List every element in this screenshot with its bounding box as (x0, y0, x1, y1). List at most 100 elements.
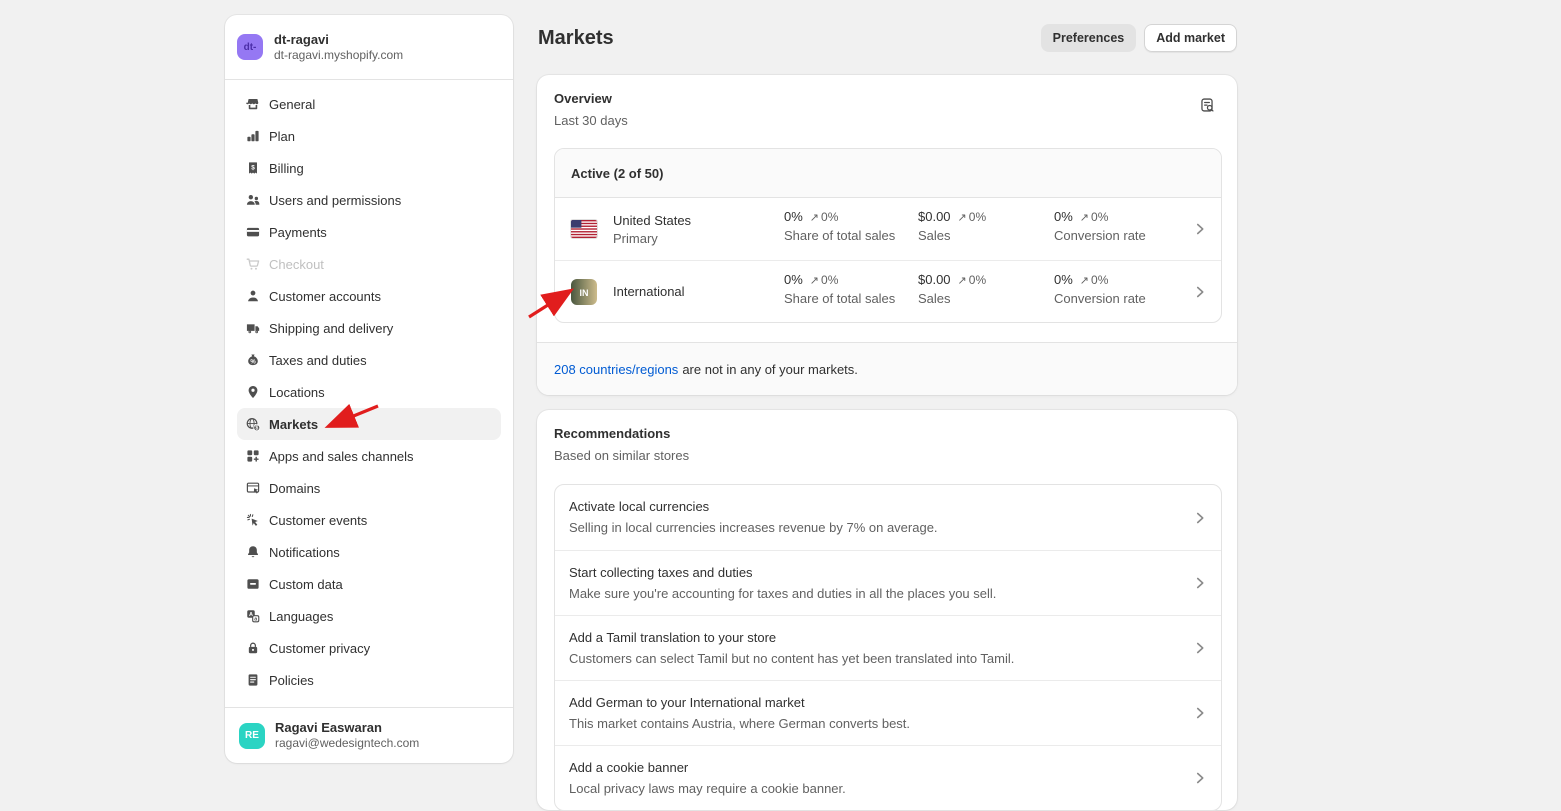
sidebar-item-label: Domains (269, 481, 320, 496)
recommendation-title: Start collecting taxes and duties (569, 565, 1177, 580)
stat-value: 0% (784, 272, 803, 287)
sidebar-item-customer-events[interactable]: Customer events (237, 504, 501, 536)
cursor-click-icon (245, 512, 261, 528)
sidebar-item-label: Custom data (269, 577, 343, 592)
sidebar-item-customer-accounts[interactable]: Customer accounts (237, 280, 501, 312)
recommendation-activate-local-currencies[interactable]: Activate local currencies Selling in loc… (555, 485, 1221, 550)
sidebar-item-label: Plan (269, 129, 295, 144)
sidebar-item-languages[interactable]: Aa Languages (237, 600, 501, 632)
stat-delta: 0% (1091, 210, 1108, 224)
sidebar-item-label: Customer accounts (269, 289, 381, 304)
custom-data-icon (245, 576, 261, 592)
svg-text:%: % (250, 359, 256, 365)
stat-value: 0% (1054, 272, 1073, 287)
sidebar-item-notifications[interactable]: Notifications (237, 536, 501, 568)
store-switcher[interactable]: dt- dt-ragavi dt-ragavi.myshopify.com (225, 15, 513, 80)
sidebar-item-label: Taxes and duties (269, 353, 367, 368)
sidebar-item-policies[interactable]: Policies (237, 664, 501, 696)
sidebar-item-general[interactable]: General (237, 88, 501, 120)
stat-label: Share of total sales (784, 228, 895, 243)
stat-label: Share of total sales (784, 291, 895, 306)
stat-delta: 0% (969, 273, 986, 287)
sidebar-item-label: Markets (269, 417, 318, 432)
store-icon (245, 96, 261, 112)
recommendation-add-cookie-banner[interactable]: Add a cookie banner Local privacy laws m… (555, 745, 1221, 810)
recommendations-list: Activate local currencies Selling in loc… (554, 484, 1222, 811)
recommendation-start-collecting-taxes[interactable]: Start collecting taxes and duties Make s… (555, 550, 1221, 615)
sidebar-item-shipping-delivery[interactable]: Shipping and delivery (237, 312, 501, 344)
sidebar-item-users-permissions[interactable]: Users and permissions (237, 184, 501, 216)
store-avatar: dt- (237, 34, 263, 60)
store-name: dt-ragavi (274, 32, 403, 48)
trend-up-icon: ↗ (1080, 275, 1089, 287)
sidebar-item-markets[interactable]: $ Markets (237, 408, 501, 440)
svg-text:$: $ (255, 426, 258, 432)
settings-nav: General Plan $ Billing Users and permiss… (225, 80, 513, 707)
view-report-button[interactable] (1193, 91, 1221, 119)
trend-up-icon: ↗ (810, 212, 819, 224)
sidebar-item-label: Payments (269, 225, 327, 240)
plan-chart-icon (245, 128, 261, 144)
stat-delta: 0% (821, 273, 838, 287)
trend-up-icon: ↗ (958, 275, 967, 287)
recommendation-description: Selling in local currencies increases re… (569, 520, 1177, 535)
stat-delta: 0% (969, 210, 986, 224)
stat-share-of-total-sales: 0%↗0% Share of total sales (784, 209, 895, 243)
us-flag-icon (571, 220, 597, 238)
sidebar-item-label: General (269, 97, 315, 112)
sidebar-item-label: Apps and sales channels (269, 449, 414, 464)
sidebar-item-taxes-duties[interactable]: % Taxes and duties (237, 344, 501, 376)
add-market-button[interactable]: Add market (1144, 24, 1237, 52)
taxes-percent-icon: % (245, 352, 261, 368)
active-markets-panel: Active (2 of 50) United States Primary 0… (554, 148, 1222, 323)
users-icon (245, 192, 261, 208)
recommendation-add-german[interactable]: Add German to your International market … (555, 680, 1221, 745)
report-search-icon (1198, 96, 1216, 114)
sidebar-item-checkout: Checkout (237, 248, 501, 280)
svg-text:IN: IN (580, 288, 589, 298)
sidebar-item-apps-sales-channels[interactable]: Apps and sales channels (237, 440, 501, 472)
market-row-international[interactable]: IN International 0%↗0% Share of total sa… (555, 260, 1221, 322)
sidebar-item-label: Locations (269, 385, 325, 400)
overview-footer-text: are not in any of your markets. (682, 362, 858, 377)
svg-text:a: a (254, 616, 257, 622)
settings-sidebar: dt- dt-ragavi dt-ragavi.myshopify.com Ge… (225, 15, 513, 763)
sidebar-item-label: Customer events (269, 513, 367, 528)
sidebar-item-locations[interactable]: Locations (237, 376, 501, 408)
sidebar-item-customer-privacy[interactable]: Customer privacy (237, 632, 501, 664)
sidebar-item-plan[interactable]: Plan (237, 120, 501, 152)
translate-icon: Aa (245, 608, 261, 624)
sidebar-item-custom-data[interactable]: Custom data (237, 568, 501, 600)
stat-value: 0% (784, 209, 803, 224)
sidebar-item-billing[interactable]: $ Billing (237, 152, 501, 184)
overview-footer: 208 countries/regions are not in any of … (537, 342, 1237, 395)
sidebar-item-label: Shipping and delivery (269, 321, 393, 336)
recommendation-title: Add German to your International market (569, 695, 1177, 710)
sidebar-item-payments[interactable]: Payments (237, 216, 501, 248)
recommendation-description: Customers can select Tamil but no conten… (569, 651, 1177, 666)
markets-globe-icon: $ (245, 416, 261, 432)
user-name: Ragavi Easwaran (275, 720, 419, 736)
user-profile[interactable]: RE Ragavi Easwaran ragavi@wedesigntech.c… (225, 707, 513, 763)
preferences-button[interactable]: Preferences (1041, 24, 1137, 52)
payments-card-icon (245, 224, 261, 240)
chevron-right-icon (1191, 283, 1209, 301)
stat-conversion-rate: 0%↗0% Conversion rate (1054, 209, 1146, 243)
stat-value: $0.00 (918, 209, 951, 224)
lock-icon (245, 640, 261, 656)
market-row-united-states[interactable]: United States Primary 0%↗0% Share of tot… (555, 198, 1221, 260)
trend-up-icon: ↗ (810, 275, 819, 287)
stat-sales: $0.00↗0% Sales (918, 209, 986, 243)
recommendation-add-tamil-translation[interactable]: Add a Tamil translation to your store Cu… (555, 615, 1221, 680)
sidebar-item-domains[interactable]: Domains (237, 472, 501, 504)
active-markets-header: Active (2 of 50) (555, 149, 1221, 198)
recommendations-subtitle: Based on similar stores (554, 448, 689, 463)
countries-regions-link[interactable]: 208 countries/regions (554, 362, 678, 377)
chevron-right-icon (1191, 769, 1209, 787)
stat-label: Conversion rate (1054, 228, 1146, 243)
bell-icon (245, 544, 261, 560)
trend-up-icon: ↗ (958, 212, 967, 224)
stat-share-of-total-sales: 0%↗0% Share of total sales (784, 272, 895, 306)
overview-card: Overview Last 30 days Active (2 of 50) U… (537, 75, 1237, 395)
stat-delta: 0% (1091, 273, 1108, 287)
